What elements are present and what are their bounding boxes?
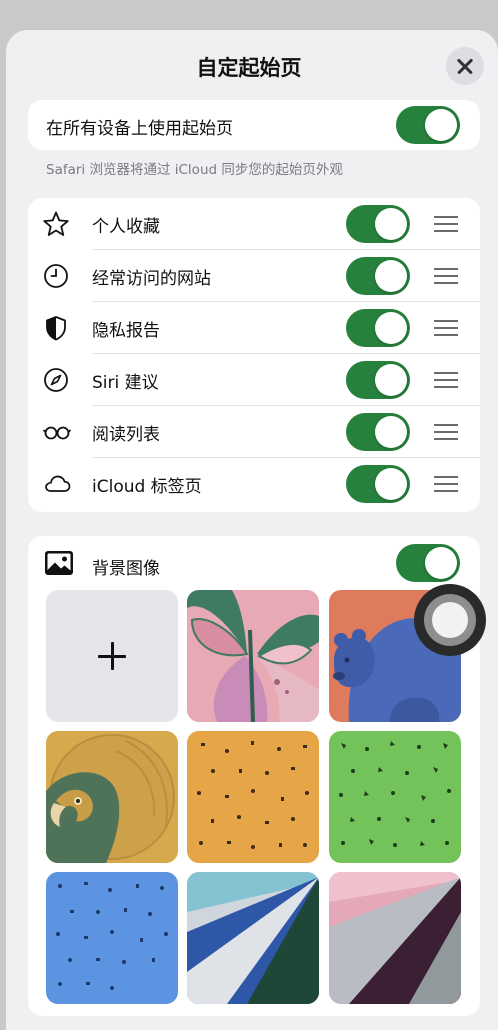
- section-toggle[interactable]: [346, 465, 410, 503]
- reorder-handle[interactable]: [434, 424, 458, 440]
- section-row-privacy: 隐私报告: [28, 302, 480, 354]
- sync-note: Safari 浏览器将通过 iCloud 同步您的起始页外观: [46, 162, 343, 178]
- background-label: 背景图像: [92, 559, 160, 579]
- reorder-handle[interactable]: [434, 216, 458, 232]
- reorder-handle[interactable]: [434, 320, 458, 336]
- section-toggle[interactable]: [346, 361, 410, 399]
- star-icon: [43, 211, 69, 236]
- reorder-handle[interactable]: [434, 476, 458, 492]
- background-tile-butterfly[interactable]: [187, 590, 319, 722]
- section-row-reading-list: 阅读列表: [28, 406, 480, 458]
- cloud-icon: [45, 475, 71, 492]
- section-label: Siri 建议: [92, 373, 159, 393]
- close-button[interactable]: [446, 47, 484, 85]
- clock-icon: [44, 264, 68, 288]
- section-row-favorites: 个人收藏: [28, 198, 480, 250]
- background-tile-orange-pattern[interactable]: [187, 731, 319, 863]
- section-row-siri: Siri 建议: [28, 354, 480, 406]
- section-toggle[interactable]: [346, 309, 410, 347]
- reorder-handle[interactable]: [434, 268, 458, 284]
- sync-label: 在所有设备上使用起始页: [46, 119, 233, 139]
- assistive-touch-button[interactable]: [414, 584, 486, 656]
- section-label: 隐私报告: [92, 321, 160, 341]
- background-tile-purple-geometric[interactable]: [329, 872, 461, 1004]
- plus-icon: [98, 642, 126, 670]
- page-title: 自定起始页: [196, 56, 302, 80]
- section-toggle[interactable]: [346, 205, 410, 243]
- section-toggle[interactable]: [346, 257, 410, 295]
- section-toggle[interactable]: [346, 413, 410, 451]
- sections-card: 个人收藏 经常访问的网站 隐私报告 Siri 建议 阅读列表 iCloud 标签…: [28, 198, 480, 512]
- sync-toggle[interactable]: [396, 106, 460, 144]
- background-tile-parrot[interactable]: [46, 731, 178, 863]
- background-tile-blue-pattern[interactable]: [46, 872, 178, 1004]
- section-label: 个人收藏: [92, 217, 160, 237]
- section-row-frequent: 经常访问的网站: [28, 250, 480, 302]
- background-tile-green-pattern[interactable]: [329, 731, 461, 863]
- background-toggle[interactable]: [396, 544, 460, 582]
- section-label: iCloud 标签页: [92, 477, 202, 497]
- background-tile-blue-geometric[interactable]: [187, 872, 319, 1004]
- add-background-button[interactable]: [46, 590, 178, 722]
- photo-icon: [45, 551, 73, 575]
- section-label: 阅读列表: [92, 425, 160, 445]
- section-label: 经常访问的网站: [92, 269, 211, 289]
- reorder-handle[interactable]: [434, 372, 458, 388]
- shield-icon: [46, 316, 66, 341]
- compass-icon: [44, 368, 68, 392]
- glasses-icon: [42, 426, 72, 440]
- sync-card: 在所有设备上使用起始页: [28, 100, 480, 150]
- section-row-icloud-tabs: iCloud 标签页: [28, 458, 480, 510]
